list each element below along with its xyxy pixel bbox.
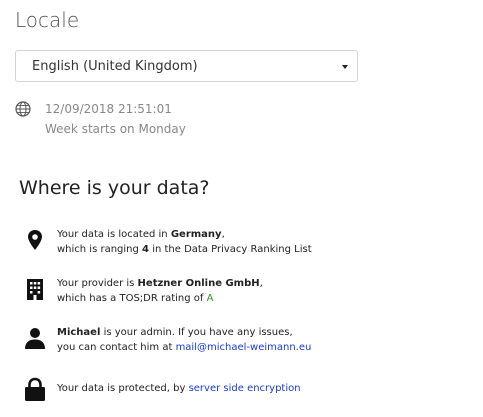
location-prefix: Your data is located in	[57, 229, 171, 240]
rating-prefix: which has a TOS;DR rating of	[57, 293, 207, 304]
locale-title: Locale	[15, 8, 80, 32]
ranking-value: 4	[142, 244, 150, 255]
location-country: Germany	[170, 229, 222, 240]
language-select-value: English (United Kingdom)	[32, 59, 198, 74]
provider-prefix: Your provider is	[57, 278, 138, 289]
chevron-down-icon	[342, 65, 348, 69]
provider-name: Hetzner Online GmbH	[137, 278, 260, 289]
location-comma: ,	[221, 229, 225, 240]
tosdr-rating: A	[206, 293, 214, 304]
admin-email-link[interactable]: mail@michael-weimann.eu	[176, 342, 312, 353]
data-section-title: Where is your data?	[19, 177, 210, 199]
protection-prefix: Your data is protected, by	[57, 383, 189, 394]
ranking-prefix: which is ranging	[57, 244, 143, 255]
lock-icon	[25, 377, 45, 401]
provider-comma: ,	[259, 278, 263, 289]
current-datetime: 12/09/2018 21:51:01	[45, 102, 172, 116]
admin-text: is your admin. If you have any issues,	[100, 327, 293, 338]
language-select[interactable]: English (United Kingdom)	[15, 50, 358, 82]
admin-name: Michael	[57, 327, 101, 338]
user-icon	[25, 328, 45, 349]
map-marker-icon	[28, 230, 42, 250]
globe-icon	[15, 101, 31, 117]
encryption-link[interactable]: server side encryption	[189, 383, 301, 394]
week-start-text: Week starts on Monday	[45, 122, 186, 136]
contact-prefix: you can contact him at	[57, 342, 176, 353]
building-icon	[27, 279, 43, 300]
ranking-suffix: in the Data Privacy Ranking List	[149, 244, 312, 255]
